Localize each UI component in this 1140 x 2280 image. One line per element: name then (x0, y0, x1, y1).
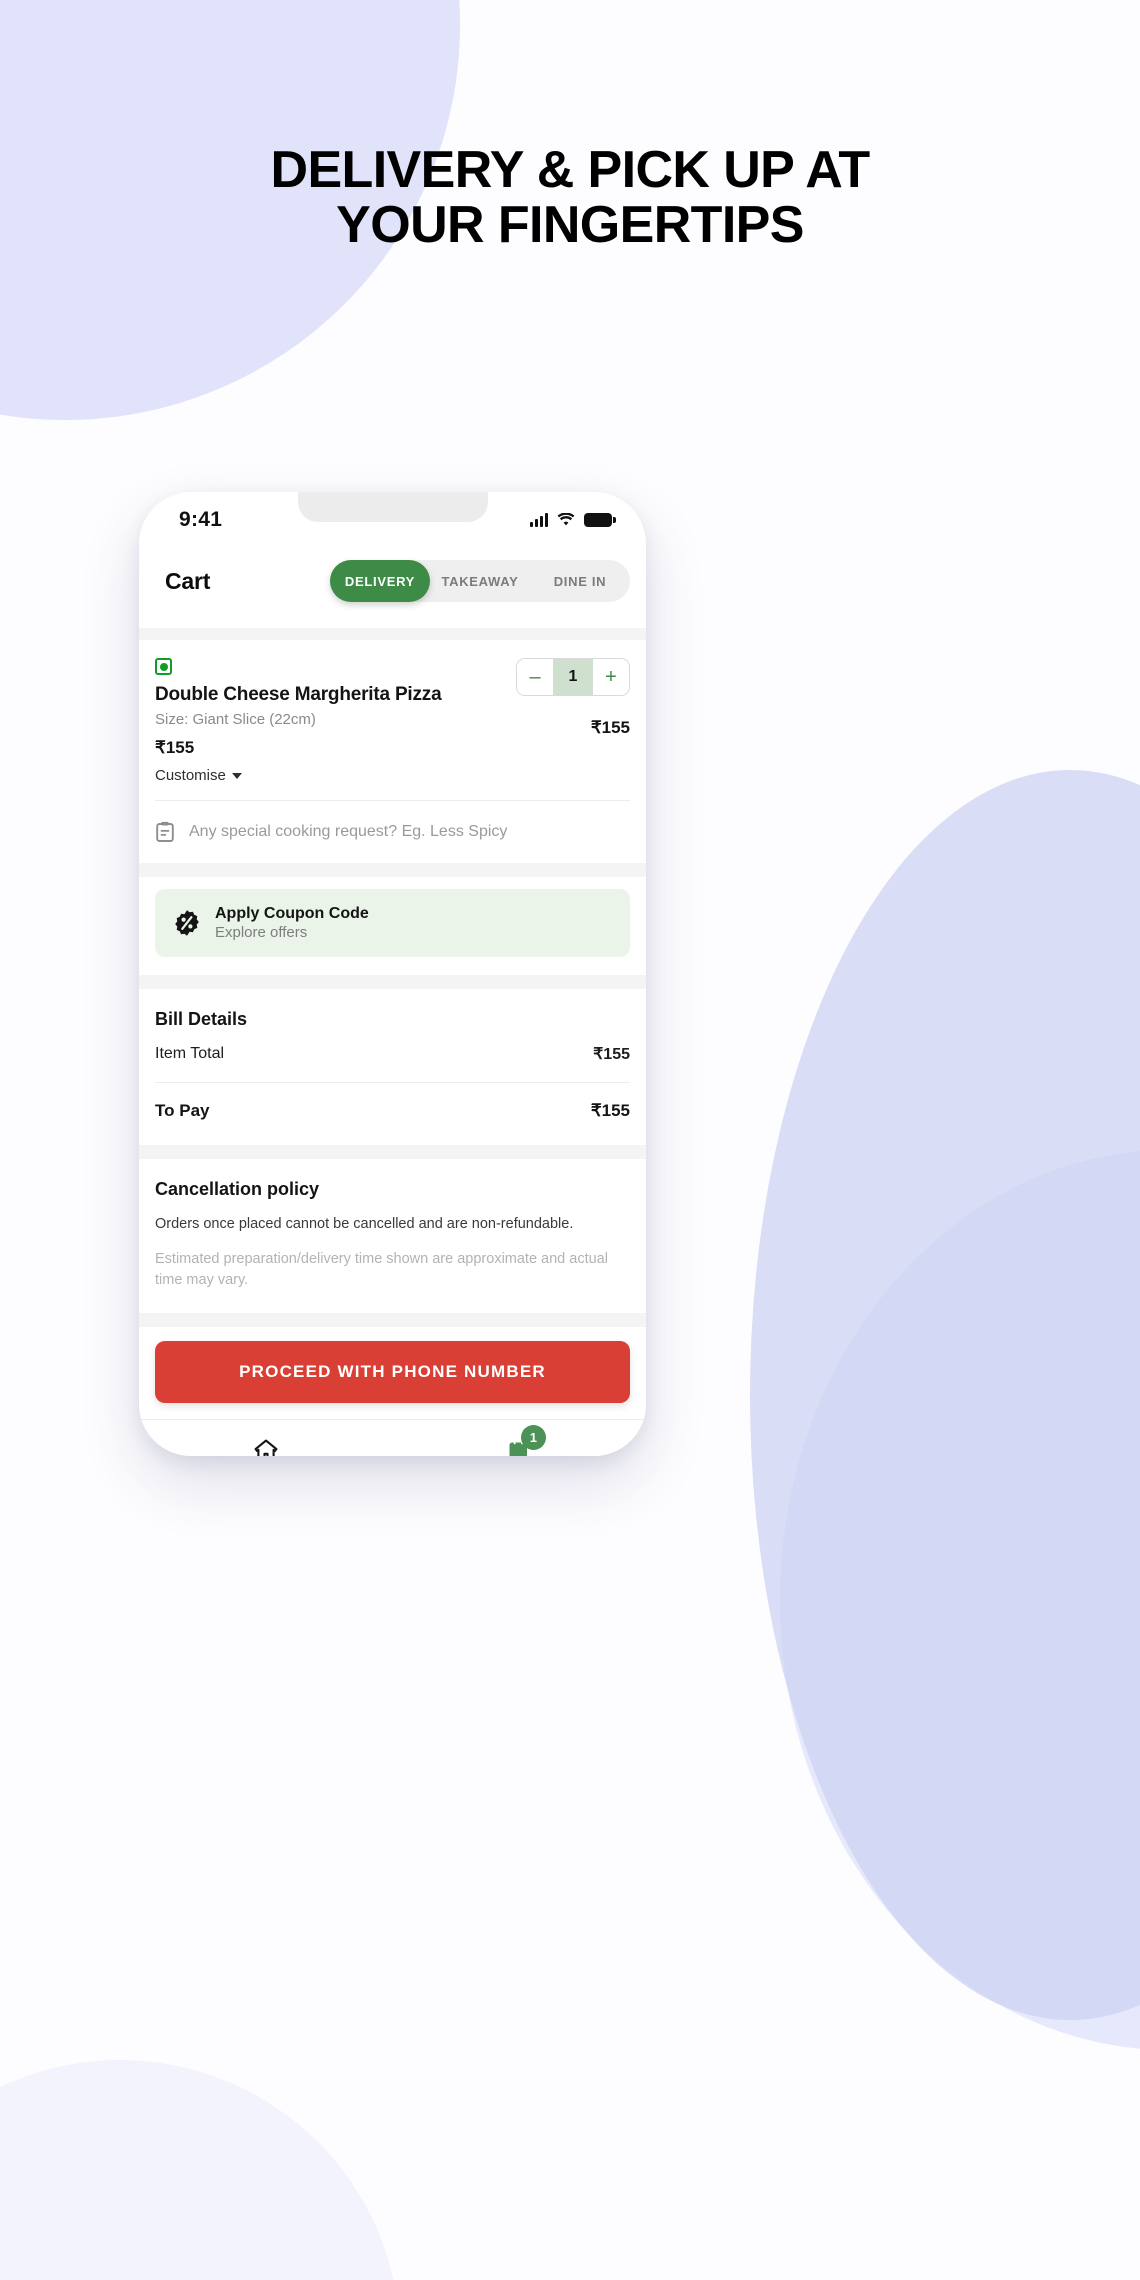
cart-item-details: Double Cheese Margherita Pizza Size: Gia… (155, 658, 510, 784)
cart-item-name: Double Cheese Margherita Pizza (155, 684, 442, 705)
cart-badge: 1 (520, 1425, 546, 1451)
decorative-blob-bottom-right (750, 770, 1140, 2020)
tab-delivery[interactable]: DELIVERY (330, 560, 430, 602)
cancellation-policy-text: Orders once placed cannot be cancelled a… (155, 1216, 574, 1232)
cart-item-card: Double Cheese Margherita Pizza Size: Gia… (139, 640, 646, 801)
decorative-blob-bottom-left (0, 2060, 400, 2280)
coupon-title: Apply Coupon Code (215, 905, 369, 922)
cta-section: PROCEED WITH PHONE NUMBER (139, 1327, 646, 1420)
bill-row-amount: ₹155 (593, 1046, 630, 1063)
headline-line-1: DELIVERY & PICK UP AT (270, 141, 871, 199)
bill-total-amount: ₹155 (590, 1101, 630, 1120)
cancellation-policy-section: Cancellation policy Orders once placed c… (139, 1159, 646, 1314)
section-spacer-4 (139, 1145, 646, 1159)
tab-takeaway[interactable]: TAKEAWAY (430, 560, 530, 602)
status-icons (530, 513, 616, 527)
status-time: 9:41 (179, 508, 223, 531)
bill-details-heading: Bill Details (155, 1009, 248, 1029)
page-title: DELIVERY & PICK UP AT YOUR FINGERTIPS (0, 141, 1140, 255)
battery-full-icon (584, 513, 616, 527)
section-spacer-2 (139, 863, 646, 877)
phone-mockup: 9:41 Cart DELIVERY TAKEAWAY DINE IN Doub… (139, 492, 646, 1456)
cart-item-price: ₹155 (155, 738, 195, 757)
increase-quantity-button[interactable]: + (593, 659, 629, 695)
quantity-stepper: – 1 + (516, 658, 630, 696)
app-header: Cart DELIVERY TAKEAWAY DINE IN (139, 548, 646, 628)
status-bar: 9:41 (139, 492, 646, 548)
home-icon (254, 1439, 278, 1456)
proceed-with-phone-number-button[interactable]: PROCEED WITH PHONE NUMBER (155, 1341, 630, 1404)
wifi-icon (557, 513, 575, 526)
quantity-value: 1 (553, 659, 593, 695)
section-spacer (139, 628, 646, 640)
cart-item-size: Size: Giant Slice (22cm) (155, 711, 316, 728)
tab-dine-in[interactable]: DINE IN (530, 560, 630, 602)
bill-row-item-total: Item Total ₹155 (155, 1030, 630, 1082)
discount-badge-icon (175, 910, 199, 936)
section-spacer-3 (139, 975, 646, 989)
cancellation-policy-heading: Cancellation policy (155, 1179, 320, 1199)
coupon-text-block: Apply Coupon Code Explore offers (215, 905, 369, 941)
coupon-section: Apply Coupon Code Explore offers (139, 877, 646, 975)
cart-item-row: Double Cheese Margherita Pizza Size: Gia… (155, 640, 630, 800)
customise-label: Customise (155, 767, 226, 784)
bill-details-section: Bill Details Item Total ₹155 To Pay ₹155 (139, 989, 646, 1145)
bill-total-row: To Pay ₹155 (155, 1083, 630, 1141)
cart-item-line-total: ₹155 (590, 718, 630, 737)
coupon-subtitle: Explore offers (215, 924, 308, 941)
veg-indicator-icon (155, 658, 172, 675)
bottom-navigation: HOME 1 CART (139, 1419, 646, 1456)
decrease-quantity-button[interactable]: – (517, 659, 553, 695)
nav-item-home[interactable]: HOME (247, 1438, 286, 1456)
section-spacer-5 (139, 1313, 646, 1328)
customise-button[interactable]: Customise (155, 767, 510, 784)
nav-item-cart[interactable]: 1 CART (502, 1425, 546, 1456)
signal-bars-icon (530, 513, 548, 527)
cooking-request-placeholder: Any special cooking request? Eg. Less Sp… (189, 823, 508, 840)
chevron-down-icon (231, 772, 242, 779)
cancellation-policy-note: Estimated preparation/delivery time show… (155, 1251, 608, 1289)
headline-line-2: YOUR FINGERTIPS (336, 196, 804, 255)
cooking-request-input[interactable]: Any special cooking request? Eg. Less Sp… (139, 801, 646, 863)
order-mode-tabs: DELIVERY TAKEAWAY DINE IN (330, 560, 630, 602)
bill-row-label: Item Total (155, 1045, 225, 1062)
screen-title: Cart (165, 567, 211, 594)
bill-total-label: To Pay (155, 1101, 210, 1120)
apply-coupon-button[interactable]: Apply Coupon Code Explore offers (155, 889, 630, 957)
cart-item-controls: – 1 + ₹155 (510, 658, 630, 784)
note-icon (156, 821, 174, 842)
cart-icon-wrapper: 1 (507, 1425, 546, 1456)
